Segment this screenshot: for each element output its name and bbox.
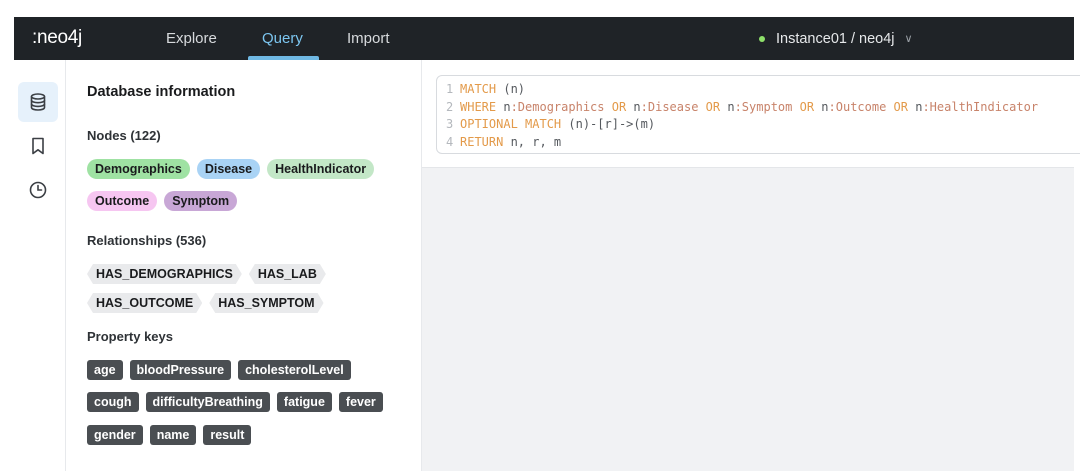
bookmark-icon (32, 137, 44, 155)
database-info-button[interactable] (18, 82, 58, 122)
property-keys-row-2: cough difficultyBreathing fatigue fever (87, 392, 383, 412)
neo4j-logo[interactable]: :neo4j (32, 27, 82, 49)
node-label-symptom[interactable]: Symptom (164, 191, 238, 211)
relationship-has-lab[interactable]: HAS_LAB (249, 264, 326, 284)
node-label-healthindicator[interactable]: HealthIndicator (267, 159, 375, 179)
history-icon (29, 181, 47, 199)
nav-import[interactable]: Import (347, 17, 390, 60)
relationships-title: Relationships (536) (87, 233, 207, 248)
line-number: 3 (446, 117, 454, 132)
nav-explore[interactable]: Explore (166, 17, 217, 60)
property-key-difficultybreathing[interactable]: difficultyBreathing (145, 392, 270, 412)
instance-name: Instance01 / neo4j (776, 30, 895, 47)
node-labels-row-1: Demographics Disease HealthIndicator (87, 159, 375, 179)
property-key-bloodpressure[interactable]: bloodPressure (129, 360, 232, 380)
node-label-demographics[interactable]: Demographics (87, 159, 190, 179)
code-line-4: RETURN n, r, m (460, 135, 562, 150)
top-navigation-bar: :neo4j Explore Query Import Instance01 /… (14, 17, 1074, 60)
relationship-has-demographics[interactable]: HAS_DEMOGRAPHICS (87, 264, 242, 284)
property-keys-row-1: age bloodPressure cholesterolLevel (87, 360, 351, 380)
property-keys-row-3: gender name result (87, 425, 252, 445)
line-number: 4 (446, 135, 454, 150)
cypher-code[interactable]: 1 MATCH (n) 2 WHERE n:Demographics OR n:Di… (446, 81, 1038, 152)
nav-query[interactable]: Query (262, 17, 303, 60)
property-key-name[interactable]: name (149, 425, 197, 445)
property-key-gender[interactable]: gender (87, 425, 143, 445)
relationship-has-outcome[interactable]: HAS_OUTCOME (87, 293, 202, 313)
code-line-2: WHERE n:Demographics OR n:Disease OR n:S… (460, 99, 1039, 114)
cypher-editor[interactable]: 1 MATCH (n) 2 WHERE n:Demographics OR n:Di… (436, 75, 1080, 154)
relationship-has-symptom[interactable]: HAS_SYMPTOM (209, 293, 323, 313)
line-number: 1 (446, 82, 454, 96)
saved-cypher-button[interactable] (18, 126, 58, 166)
nodes-title: Nodes (122) (87, 128, 161, 143)
property-key-cholesterollevel[interactable]: cholesterolLevel (238, 360, 351, 380)
node-labels-row-2: Outcome Symptom (87, 191, 238, 211)
relationships-row-2: HAS_OUTCOME HAS_SYMPTOM (87, 293, 324, 313)
property-key-cough[interactable]: cough (87, 392, 139, 412)
chevron-down-icon: ∨ (904, 33, 913, 45)
code-line-3: OPTIONAL MATCH (n)-[r]->(m) (460, 117, 656, 132)
query-main-area: 1 MATCH (n) 2 WHERE n:Demographics OR n:Di… (422, 60, 1080, 471)
property-key-result[interactable]: result (203, 425, 252, 445)
node-label-disease[interactable]: Disease (196, 159, 261, 179)
property-key-fever[interactable]: fever (338, 392, 383, 412)
database-information-panel: Database information Nodes (122) Demogra… (66, 60, 422, 471)
property-key-age[interactable]: age (87, 360, 123, 380)
panel-title: Database information (87, 84, 236, 100)
database-icon (30, 93, 46, 111)
editor-container: 1 MATCH (n) 2 WHERE n:Demographics OR n:Di… (422, 60, 1080, 168)
code-line-1: MATCH (n) (460, 82, 526, 96)
line-number: 2 (446, 99, 454, 114)
query-history-button[interactable] (18, 170, 58, 210)
instance-selector[interactable]: Instance01 / neo4j ∨ (759, 17, 913, 60)
relationships-row-1: HAS_DEMOGRAPHICS HAS_LAB (87, 264, 326, 284)
property-key-fatigue[interactable]: fatigue (276, 392, 332, 412)
sidebar-rail (14, 60, 66, 471)
connection-status-dot (759, 35, 765, 42)
node-label-outcome[interactable]: Outcome (87, 191, 158, 211)
property-keys-title: Property keys (87, 329, 173, 344)
